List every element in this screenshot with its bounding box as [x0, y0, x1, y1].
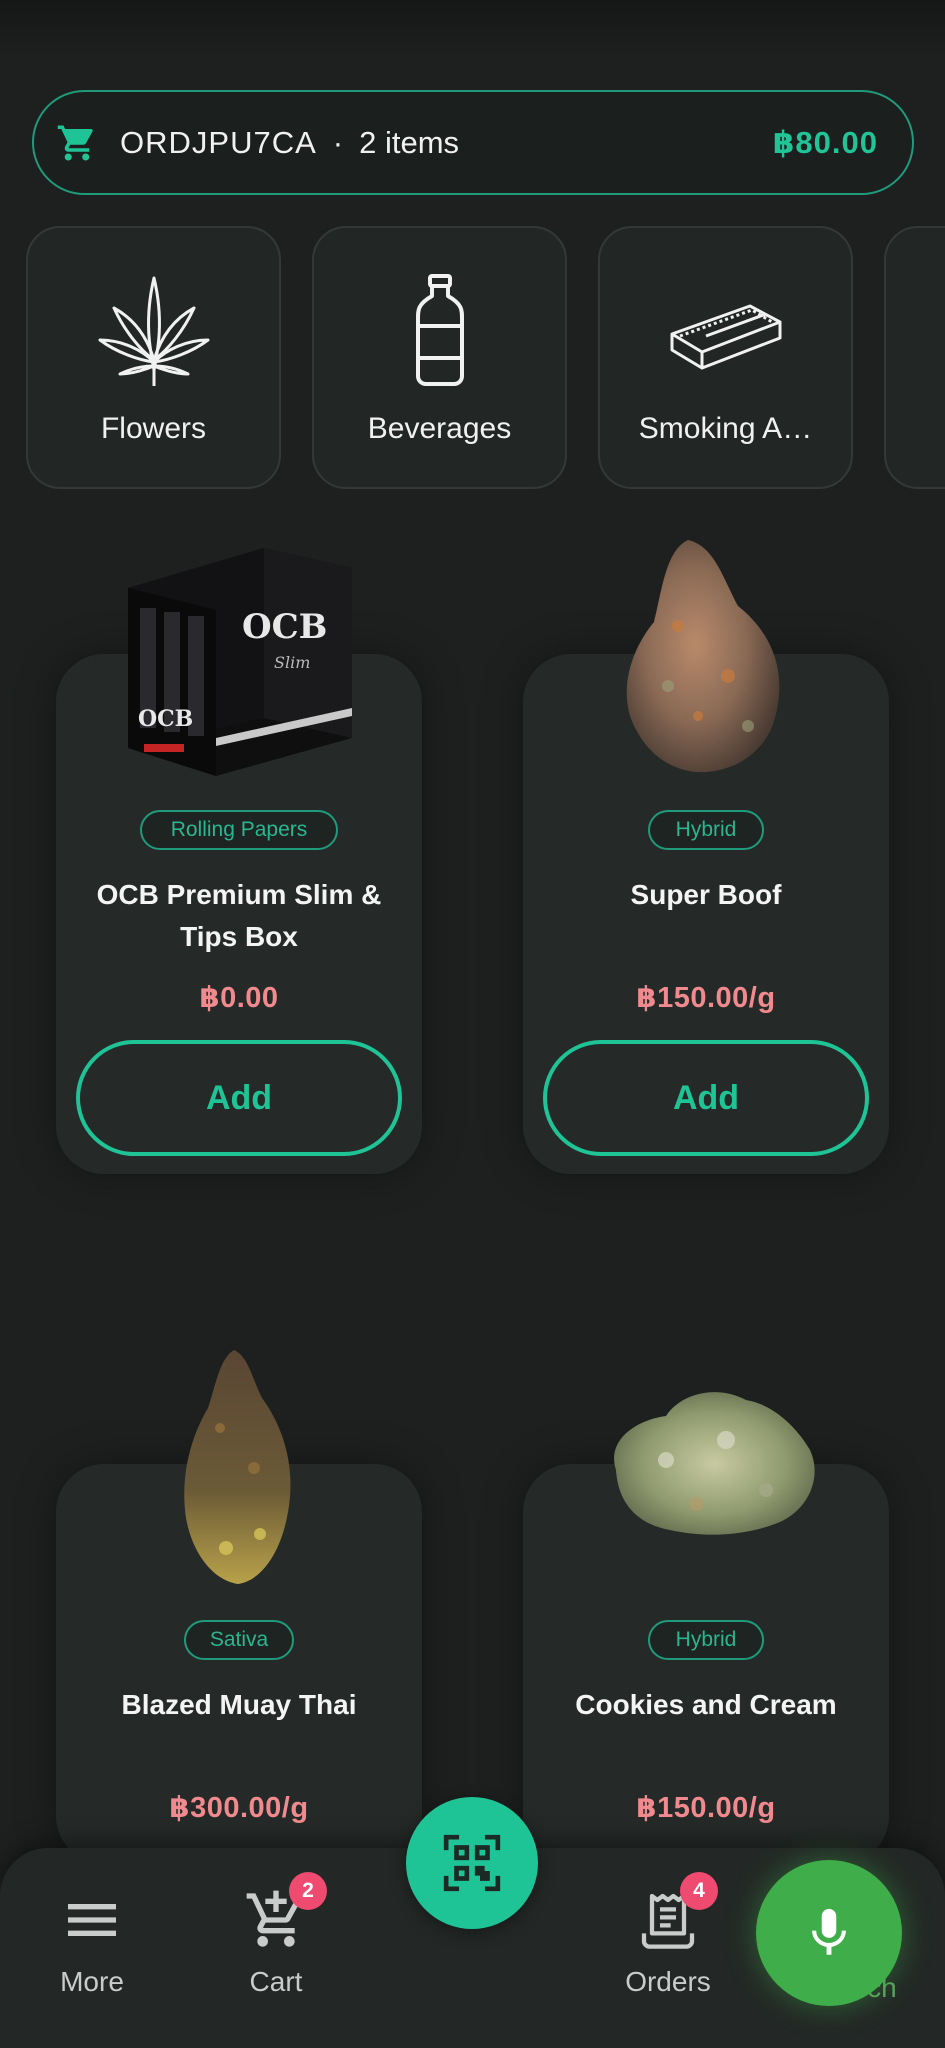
nav-orders[interactable]: Orders — [588, 1848, 748, 2048]
product-price: ฿150.00/g — [636, 982, 776, 1014]
category-smoking-accessories[interactable]: Smoking A… — [598, 226, 853, 489]
nav-cart[interactable]: Cart — [196, 1848, 356, 2048]
cart-item-count: 2 items — [359, 124, 460, 160]
voice-search-button[interactable] — [756, 1860, 902, 2006]
category-label: Flowers — [100, 412, 206, 445]
svg-text:Slim: Slim — [274, 653, 310, 672]
cart-summary-bar[interactable]: ORDJPU7CA · 2 items ฿80.00 — [32, 90, 914, 195]
strain-tag: Hybrid — [648, 810, 764, 850]
ocb-box-image: OCB Slim OCB — [128, 548, 352, 776]
qr-scan-button[interactable] — [406, 1797, 538, 1929]
product-price: ฿300.00/g — [169, 1792, 309, 1824]
cannabis-bud-image — [184, 1350, 291, 1584]
svg-text:OCB: OCB — [138, 706, 193, 732]
category-flowers[interactable]: Flowers — [26, 226, 281, 489]
category-beverages[interactable]: Beverages — [312, 226, 567, 489]
category-label: Smoking A… — [638, 412, 813, 445]
nav-label: Cart — [249, 1966, 303, 1997]
category-label: Beverages — [367, 412, 512, 445]
cart-total: ฿80.00 — [772, 124, 878, 160]
strain-tag: Sativa — [184, 1620, 294, 1660]
product-name: Blazed Muay Thai — [121, 1689, 357, 1720]
add-to-cart-button[interactable]: Add — [543, 1040, 869, 1156]
product-name: OCB Premium Slim & Tips Box — [56, 874, 422, 958]
cannabis-bud-image — [614, 1392, 815, 1535]
separator-dot: · — [332, 124, 344, 160]
bottle-icon — [415, 274, 464, 386]
order-id: ORDJPU7CA — [120, 124, 317, 160]
product-name-line: Tips Box — [180, 921, 298, 952]
category-next-partial[interactable] — [884, 226, 945, 489]
shopping-cart-icon — [57, 125, 93, 160]
rolling-papers-icon — [670, 304, 781, 370]
category-scroller[interactable]: Flowers Beverages Smoking A… — [26, 226, 945, 489]
cannabis-bud-image — [626, 540, 780, 773]
cart-badge: 2 — [289, 1872, 327, 1910]
orders-badge: 4 — [680, 1872, 718, 1910]
microphone-icon — [812, 1908, 846, 1955]
strain-tag: Hybrid — [648, 1620, 764, 1660]
nav-label: Orders — [625, 1966, 711, 1997]
product-price: ฿150.00/g — [636, 1792, 776, 1824]
cannabis-leaf-icon — [98, 276, 209, 386]
nav-more[interactable]: More — [12, 1848, 172, 2048]
add-to-cart-button[interactable]: Add — [76, 1040, 402, 1156]
status-bar-area — [0, 0, 945, 60]
product-name: Cookies and Cream — [575, 1689, 837, 1720]
nav-label: More — [60, 1966, 124, 1997]
product-price: ฿0.00 — [199, 982, 279, 1014]
svg-text:OCB: OCB — [242, 607, 327, 647]
menu-icon — [68, 1904, 116, 1936]
product-name-line: OCB Premium Slim & — [96, 879, 382, 910]
strain-tag: Rolling Papers — [140, 810, 338, 850]
qr-code-icon — [443, 1834, 501, 1892]
product-name: Super Boof — [630, 879, 782, 910]
